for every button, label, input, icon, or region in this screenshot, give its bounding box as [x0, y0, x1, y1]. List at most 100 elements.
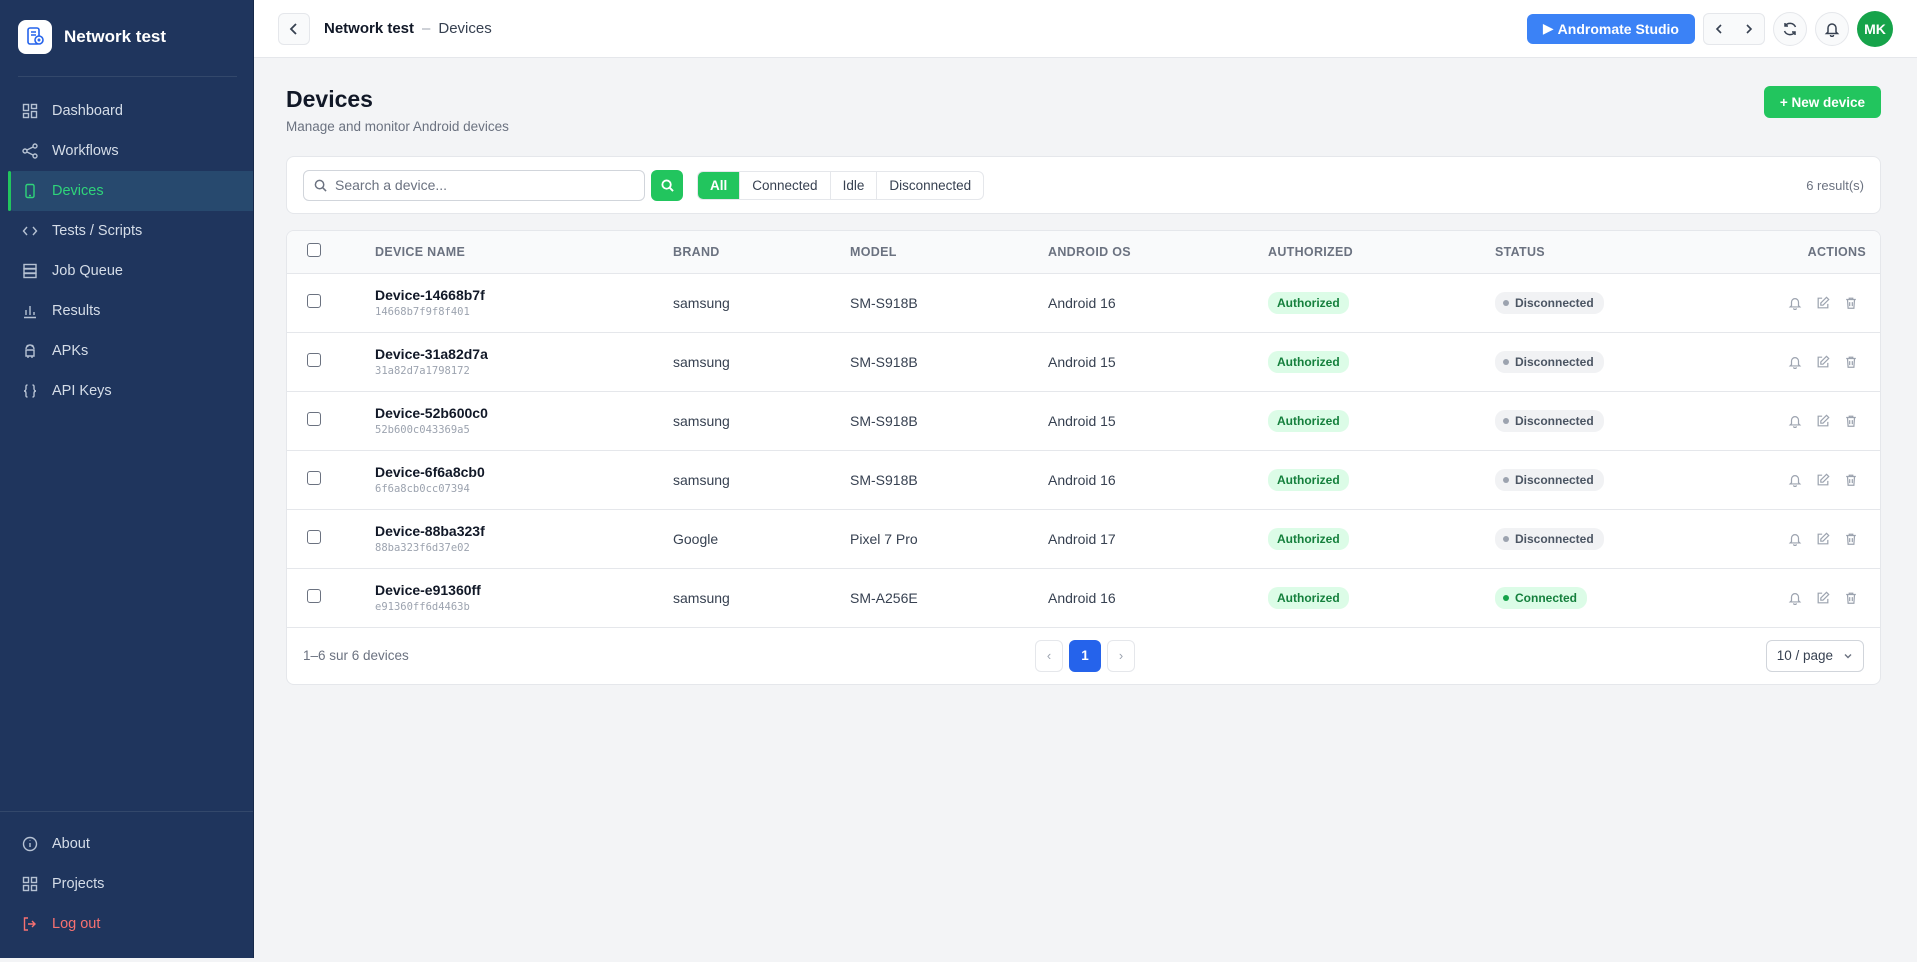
sidebar-item-projects[interactable]: Projects: [0, 864, 253, 904]
edit-button[interactable]: [1816, 531, 1830, 546]
device-name[interactable]: Device-14668b7f: [375, 287, 673, 303]
notify-button[interactable]: [1788, 355, 1802, 369]
delete-button[interactable]: [1844, 296, 1858, 310]
table-row[interactable]: Device-52b600c0 52b600c043369a5 samsung …: [287, 391, 1880, 451]
delete-button[interactable]: [1844, 473, 1858, 487]
search-icon: [660, 178, 674, 192]
filter-connected[interactable]: Connected: [739, 171, 829, 199]
row-checkbox[interactable]: [307, 530, 321, 544]
delete-button[interactable]: [1844, 532, 1858, 546]
trash-icon: [1846, 592, 1856, 604]
history-nav: [1703, 12, 1765, 45]
device-name[interactable]: Device-88ba323f: [375, 523, 673, 539]
sidebar-item-label: Tests / Scripts: [52, 223, 143, 239]
workflow-icon: [22, 143, 38, 159]
row-checkbox[interactable]: [307, 294, 321, 308]
edit-icon: [1817, 590, 1830, 603]
header-device-name: DEVICE NAME: [375, 231, 673, 274]
history-forward-button[interactable]: [1734, 14, 1764, 44]
device-serial: 14668b7f9f8f401: [375, 306, 470, 318]
trash-icon: [1846, 474, 1856, 486]
device-android-os: Android 17: [1048, 509, 1268, 569]
chart-icon: [22, 303, 38, 319]
sidebar-item-logout[interactable]: Log out: [0, 904, 253, 944]
trash-icon: [1846, 356, 1856, 368]
row-checkbox[interactable]: [307, 589, 321, 603]
select-all-checkbox[interactable]: [307, 243, 321, 258]
back-button[interactable]: [278, 12, 310, 45]
breadcrumb-project[interactable]: Network test: [324, 20, 414, 37]
sidebar-item-tests-scripts[interactable]: Tests / Scripts: [0, 211, 253, 251]
history-back-button[interactable]: [1704, 14, 1734, 44]
table-row[interactable]: Device-6f6a8cb0 6f6a8cb0cc07394 samsung …: [287, 450, 1880, 510]
new-device-button[interactable]: + New device: [1763, 86, 1881, 118]
edit-button[interactable]: [1816, 413, 1830, 428]
queue-icon: [22, 263, 38, 279]
device-name[interactable]: Device-52b600c0: [375, 405, 673, 421]
header-status: STATUS: [1495, 231, 1704, 274]
sidebar-item-about[interactable]: About: [0, 824, 253, 864]
avatar[interactable]: MK: [1857, 10, 1893, 47]
sidebar-item-api-keys[interactable]: API Keys: [0, 371, 253, 411]
sidebar-item-results[interactable]: Results: [0, 291, 253, 331]
status-badge: Disconnected: [1495, 350, 1604, 373]
sidebar-item-label: Dashboard: [52, 103, 123, 119]
device-brand: samsung: [673, 568, 850, 628]
notify-button[interactable]: [1788, 532, 1802, 546]
next-page-button[interactable]: ›: [1107, 639, 1135, 672]
refresh-button[interactable]: [1773, 11, 1807, 46]
notify-button[interactable]: [1788, 296, 1802, 310]
delete-button[interactable]: [1844, 355, 1858, 369]
filter-disconnected[interactable]: Disconnected: [876, 171, 983, 199]
authorized-badge: Authorized: [1268, 586, 1349, 609]
per-page-select[interactable]: 10 / page: [1765, 639, 1864, 672]
pagination: 1–6 sur 6 devices ‹ 1 › 10 / page: [287, 628, 1880, 684]
delete-button[interactable]: [1844, 414, 1858, 428]
row-checkbox[interactable]: [307, 412, 321, 426]
row-checkbox[interactable]: [307, 471, 321, 485]
status-dot: [1503, 594, 1509, 601]
dashboard-icon: [22, 103, 38, 119]
table-row[interactable]: Device-31a82d7a 31a82d7a1798172 samsung …: [287, 332, 1880, 392]
table-row[interactable]: Device-88ba323f 88ba323f6d37e02 Google P…: [287, 509, 1880, 569]
edit-button[interactable]: [1816, 472, 1830, 487]
andromate-studio-button[interactable]: ▶ Andromate Studio: [1526, 13, 1695, 44]
notify-button[interactable]: [1788, 591, 1802, 605]
edit-button[interactable]: [1816, 354, 1830, 369]
device-name[interactable]: Device-6f6a8cb0: [375, 464, 673, 480]
sidebar-item-workflows[interactable]: Workflows: [0, 131, 253, 171]
sidebar-item-apks[interactable]: APKs: [0, 331, 253, 371]
notify-button[interactable]: [1788, 473, 1802, 487]
table-row[interactable]: Device-14668b7f 14668b7f9f8f401 samsung …: [287, 273, 1880, 333]
filter-all[interactable]: All: [698, 171, 740, 199]
delete-button[interactable]: [1844, 591, 1858, 605]
search-button[interactable]: [651, 169, 683, 201]
search-input[interactable]: [335, 177, 634, 193]
logout-icon: [22, 916, 38, 932]
sidebar-item-label: APKs: [52, 343, 89, 359]
device-name[interactable]: Device-31a82d7a: [375, 346, 673, 362]
breadcrumb-page: Devices: [438, 20, 492, 37]
row-checkbox[interactable]: [307, 353, 321, 367]
main: Network test – Devices ▶ Andromate Studi…: [254, 0, 1917, 958]
trash-icon: [1846, 533, 1856, 545]
chevron-right-icon: [1746, 23, 1753, 34]
device-name[interactable]: Device-e91360ff: [375, 582, 673, 598]
status-badge: Connected: [1495, 586, 1588, 609]
page-1-button[interactable]: 1: [1069, 639, 1101, 672]
notify-button[interactable]: [1788, 414, 1802, 428]
edit-button[interactable]: [1816, 590, 1830, 605]
edit-button[interactable]: [1816, 295, 1830, 310]
filter-idle[interactable]: Idle: [829, 171, 877, 199]
brand[interactable]: Network test: [0, 0, 253, 72]
notifications-button[interactable]: [1815, 11, 1849, 46]
status-label: Disconnected: [1515, 354, 1594, 369]
sidebar-item-devices[interactable]: Devices: [8, 171, 253, 211]
table-row[interactable]: Device-e91360ff e91360ff6d4463b samsung …: [287, 568, 1880, 628]
prev-page-button[interactable]: ‹: [1035, 639, 1063, 672]
sidebar-item-dashboard[interactable]: Dashboard: [0, 91, 253, 131]
edit-icon: [1817, 472, 1830, 485]
sidebar-item-job-queue[interactable]: Job Queue: [0, 251, 253, 291]
authorized-badge: Authorized: [1268, 527, 1349, 550]
chevron-down-icon: [1844, 653, 1852, 658]
